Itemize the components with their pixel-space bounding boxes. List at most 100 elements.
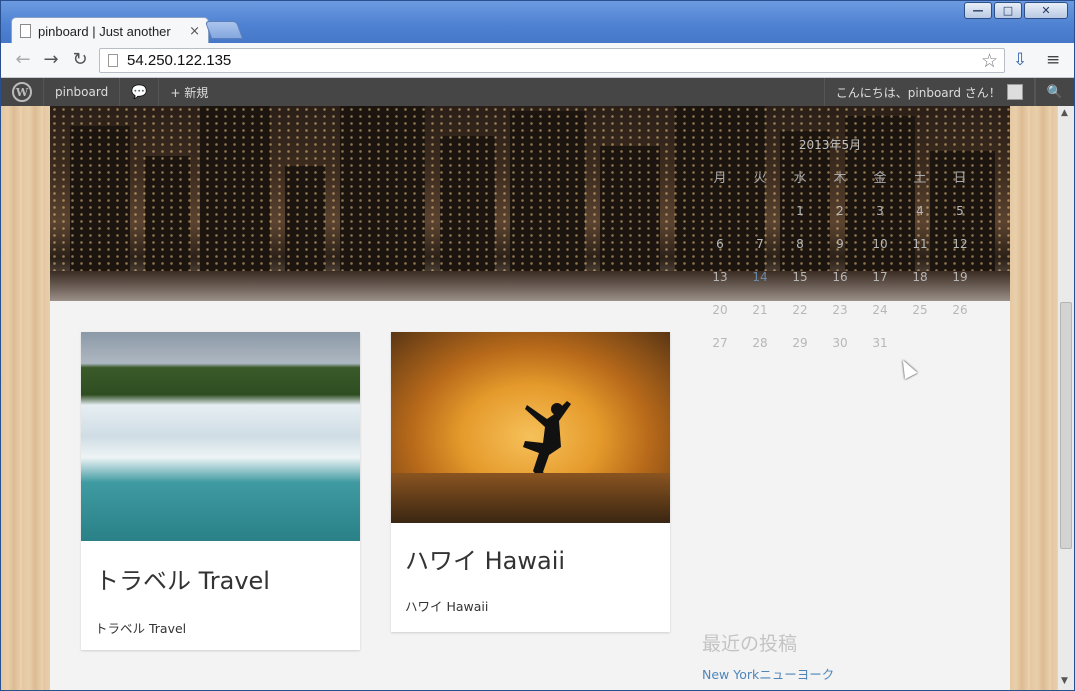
greeting-text: こんにちは、pinboard さん！ <box>835 85 1001 100</box>
vertical-scrollbar[interactable]: ▲ ▼ <box>1057 106 1074 690</box>
bookmark-star-icon[interactable]: ☆ <box>981 50 998 72</box>
close-tab-icon[interactable]: × <box>189 24 200 39</box>
calendar-week: 1 2 3 4 5 <box>700 194 980 227</box>
post-card-travel[interactable]: トラベル Travel トラベル Travel <box>81 332 360 650</box>
admin-search[interactable]: 🔍 <box>1034 78 1074 106</box>
page-viewport: トラベル Travel トラベル Travel ハワイ Hawaii ハワイ H… <box>1 106 1057 690</box>
wp-logo-menu[interactable]: W <box>1 78 44 106</box>
calendar-widget: 2013年5月 月 火 水 木 金 土 日 1 2 3 4 5 6 7 8 9 10 11 12 13 1… <box>700 136 980 359</box>
wordpress-icon: W <box>12 82 32 102</box>
calendar-day: 23 <box>832 302 848 317</box>
calendar-day: 17 <box>872 269 888 284</box>
calendar-day <box>740 194 780 227</box>
weekday: 木 <box>833 171 847 186</box>
calendar-day: 29 <box>792 335 808 350</box>
recent-posts-heading: 最近の投稿 <box>702 633 798 655</box>
post-excerpt: ハワイ Hawaii <box>405 599 489 614</box>
calendar-day: 9 <box>836 236 844 251</box>
calendar-day: 13 <box>712 269 728 284</box>
calendar-week: 6 7 8 9 10 11 12 <box>700 227 980 260</box>
post-title[interactable]: ハワイ Hawaii <box>391 541 670 576</box>
calendar-day: 25 <box>912 302 928 317</box>
window-controls: — □ ✕ <box>964 2 1068 19</box>
calendar-caption: 2013年5月 <box>798 138 862 152</box>
minimize-button[interactable]: — <box>964 2 992 19</box>
tab-pinboard[interactable]: pinboard | Just another × <box>11 17 209 44</box>
back-icon[interactable]: ← <box>11 49 35 70</box>
calendar-day: 30 <box>832 335 848 350</box>
avatar <box>1006 84 1023 100</box>
browser-window: pinboard | Just another × — □ ✕ ← → ↻ 54… <box>0 0 1075 691</box>
search-icon: 🔍 <box>1046 84 1063 100</box>
url-text: 54.250.122.135 <box>127 52 232 69</box>
post-thumbnail[interactable] <box>391 332 670 523</box>
calendar-day: 11 <box>912 236 928 251</box>
menu-icon[interactable]: ≡ <box>1046 50 1060 70</box>
calendar-day: 8 <box>796 236 804 251</box>
weekday: 月 <box>713 171 727 186</box>
site-page: トラベル Travel トラベル Travel ハワイ Hawaii ハワイ H… <box>50 106 1010 690</box>
download-icon[interactable]: ⇩ <box>1013 50 1027 70</box>
close-window-button[interactable]: ✕ <box>1024 2 1068 19</box>
weekday: 金 <box>873 171 887 186</box>
calendar-day: 20 <box>712 302 728 317</box>
calendar-day: 1 <box>796 203 804 218</box>
calendar-day[interactable]: 14 <box>740 260 780 293</box>
reload-icon[interactable]: ↻ <box>68 49 92 70</box>
calendar-day: 12 <box>952 236 968 251</box>
post-title[interactable]: トラベル Travel <box>81 561 360 596</box>
calendar-day: 24 <box>872 302 888 317</box>
address-bar[interactable]: 54.250.122.135 ☆ <box>99 48 1005 73</box>
calendar-week: 13 14 15 16 17 18 19 <box>700 260 980 293</box>
post-card-hawaii[interactable]: ハワイ Hawaii ハワイ Hawaii <box>391 332 670 632</box>
calendar-day: 31 <box>872 335 888 350</box>
tab-title: pinboard | Just another <box>38 23 171 39</box>
forward-icon[interactable]: → <box>39 49 63 70</box>
calendar-day: 10 <box>872 236 888 251</box>
calendar-day: 5 <box>956 203 964 218</box>
page-icon <box>108 54 118 67</box>
calendar-day: 22 <box>792 302 808 317</box>
title-bar: pinboard | Just another × — □ ✕ <box>1 1 1074 44</box>
calendar-day: 2 <box>836 203 844 218</box>
calendar-day: 28 <box>752 335 768 350</box>
weekday: 日 <box>953 171 967 186</box>
new-content-link[interactable]: + 新規 <box>159 78 219 106</box>
weekday: 土 <box>913 171 927 186</box>
calendar-table: 月 火 水 木 金 土 日 1 2 3 4 5 6 7 8 9 10 11 12 13 14 15 16 17 1… <box>700 167 980 359</box>
scroll-thumb[interactable] <box>1060 302 1072 549</box>
calendar-day: 6 <box>716 236 724 251</box>
wp-admin-bar: W pinboard 💬 + 新規 こんにちは、pinboard さん！ 🔍 <box>1 78 1074 106</box>
recent-post-link[interactable]: New Yorkニューヨーク <box>702 664 834 683</box>
calendar-day <box>940 326 980 359</box>
calendar-day: 3 <box>876 203 884 218</box>
post-thumbnail[interactable] <box>81 332 360 541</box>
scroll-up-icon[interactable]: ▲ <box>1061 108 1068 118</box>
calendar-day <box>700 194 740 227</box>
comments-link[interactable]: 💬 <box>120 78 160 106</box>
calendar-day: 15 <box>792 269 808 284</box>
calendar-day <box>900 326 940 359</box>
calendar-weekdays: 月 火 水 木 金 土 日 <box>700 167 980 194</box>
calendar-day: 19 <box>952 269 968 284</box>
calendar-day: 18 <box>912 269 928 284</box>
post-excerpt: トラベル Travel <box>95 621 187 636</box>
weekday: 火 <box>753 171 767 186</box>
calendar-week: 27 28 29 30 31 <box>700 326 980 359</box>
calendar-day: 27 <box>712 335 728 350</box>
browser-toolbar: ← → ↻ 54.250.122.135 ☆ ⇩ ≡ <box>1 43 1074 78</box>
jumper-silhouette <box>523 401 571 490</box>
page-icon <box>20 24 31 38</box>
weekday: 水 <box>793 171 807 186</box>
comment-bubble-icon: 💬 <box>131 84 148 100</box>
calendar-day: 21 <box>752 302 768 317</box>
calendar-days: 1 2 3 4 5 6 7 8 9 10 11 12 13 14 15 16 17 18 19 20 21 22 23 24 2… <box>700 194 980 359</box>
calendar-day: 7 <box>756 236 764 251</box>
calendar-day: 16 <box>832 269 848 284</box>
my-account-menu[interactable]: こんにちは、pinboard さん！ <box>823 78 1035 106</box>
new-tab-button[interactable] <box>204 21 244 39</box>
maximize-button[interactable]: □ <box>994 2 1022 19</box>
calendar-day: 4 <box>916 203 924 218</box>
scroll-down-icon[interactable]: ▼ <box>1061 676 1068 686</box>
site-name-link[interactable]: pinboard <box>44 78 121 106</box>
